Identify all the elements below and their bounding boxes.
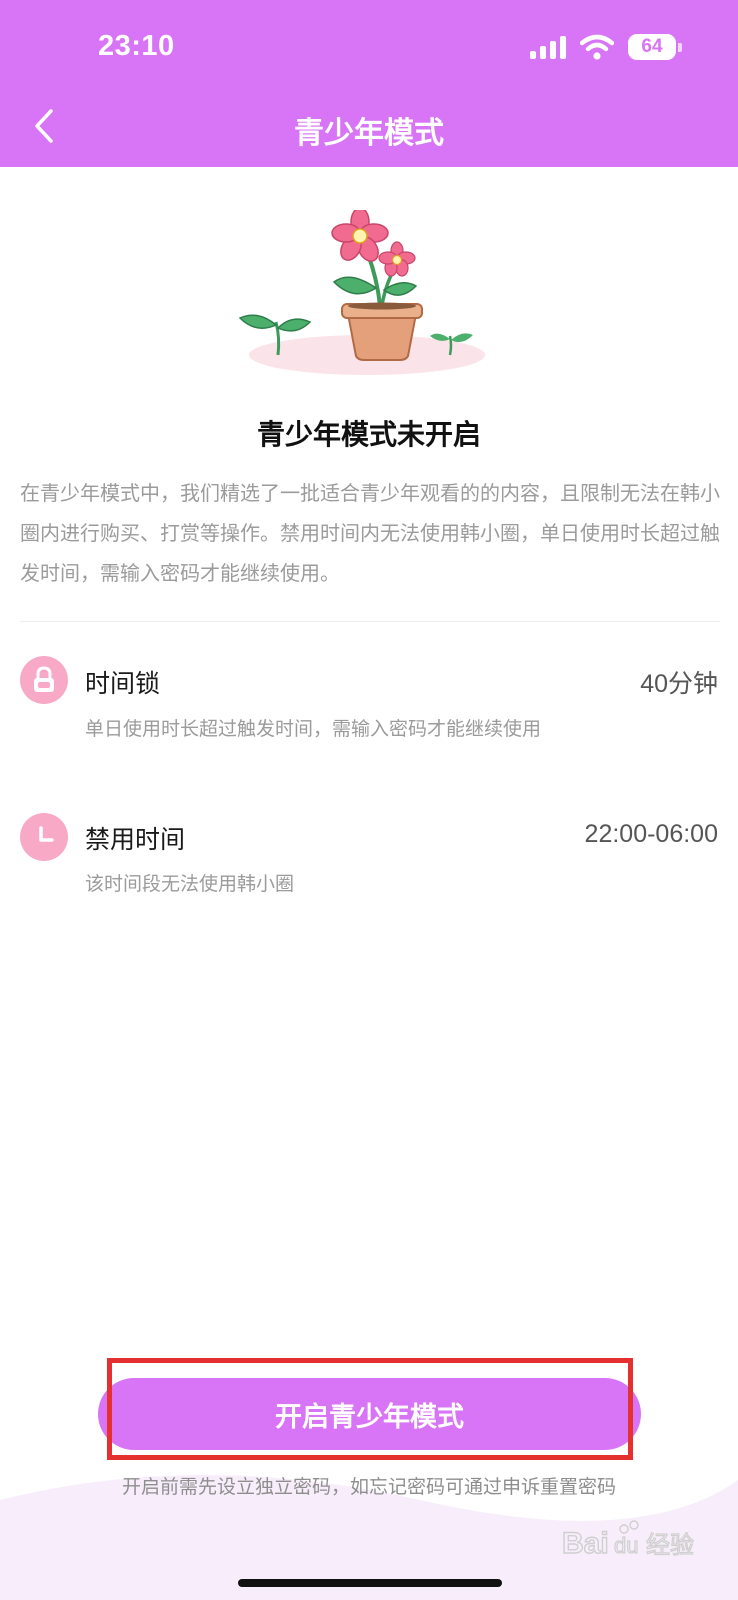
setting-time-lock[interactable]: 时间锁 40分钟 单日使用时长超过触发时间，需输入密码才能继续使用: [0, 636, 738, 746]
setting-value: 22:00-06:00: [584, 820, 718, 848]
mode-status-title: 青少年模式未开启: [256, 418, 481, 451]
setting-disabled-time[interactable]: 禁用时间 22:00-06:00 该时间段无法使用韩小圈: [0, 796, 738, 906]
setting-label: 禁用时间: [85, 825, 186, 854]
setting-description: 该时间段无法使用韩小圈: [85, 873, 295, 895]
svg-text:du: du: [614, 1533, 638, 1558]
password-note: 开启前需先设立独立密码，如忘记密码可通过申诉重置密码: [121, 1476, 616, 1498]
battery-level: 64: [641, 36, 663, 57]
home-indicator: [238, 1579, 502, 1587]
divider: [20, 621, 720, 622]
status-icons: 64: [530, 34, 682, 60]
setting-label: 时间锁: [85, 669, 161, 698]
setting-description: 单日使用时长超过触发时间，需输入密码才能继续使用: [85, 718, 542, 740]
page-title: 青少年模式: [294, 116, 444, 151]
header-bar: 23:10 64 青少年模式: [0, 0, 738, 167]
setting-value: 40分钟: [640, 670, 718, 698]
battery-icon: 64: [628, 34, 682, 60]
wifi-icon: [580, 34, 614, 60]
flower-pot-illustration: [238, 210, 485, 375]
clock-icon: [20, 813, 68, 861]
lock-icon: [20, 656, 68, 704]
svg-text:Bai: Bai: [562, 1527, 609, 1560]
enable-youth-mode-button[interactable]: 开启青少年模式: [98, 1378, 641, 1450]
intro-text: 在青少年模式中，我们精选了一批适合青少年观看的的内容，且限制无法在韩小圈内进行购…: [20, 481, 720, 585]
cellular-signal-icon: [530, 35, 566, 59]
status-time: 23:10: [98, 30, 175, 62]
baidu-watermark-logo: Bai du 经验: [562, 1520, 695, 1561]
svg-text:经验: 经验: [646, 1531, 694, 1559]
